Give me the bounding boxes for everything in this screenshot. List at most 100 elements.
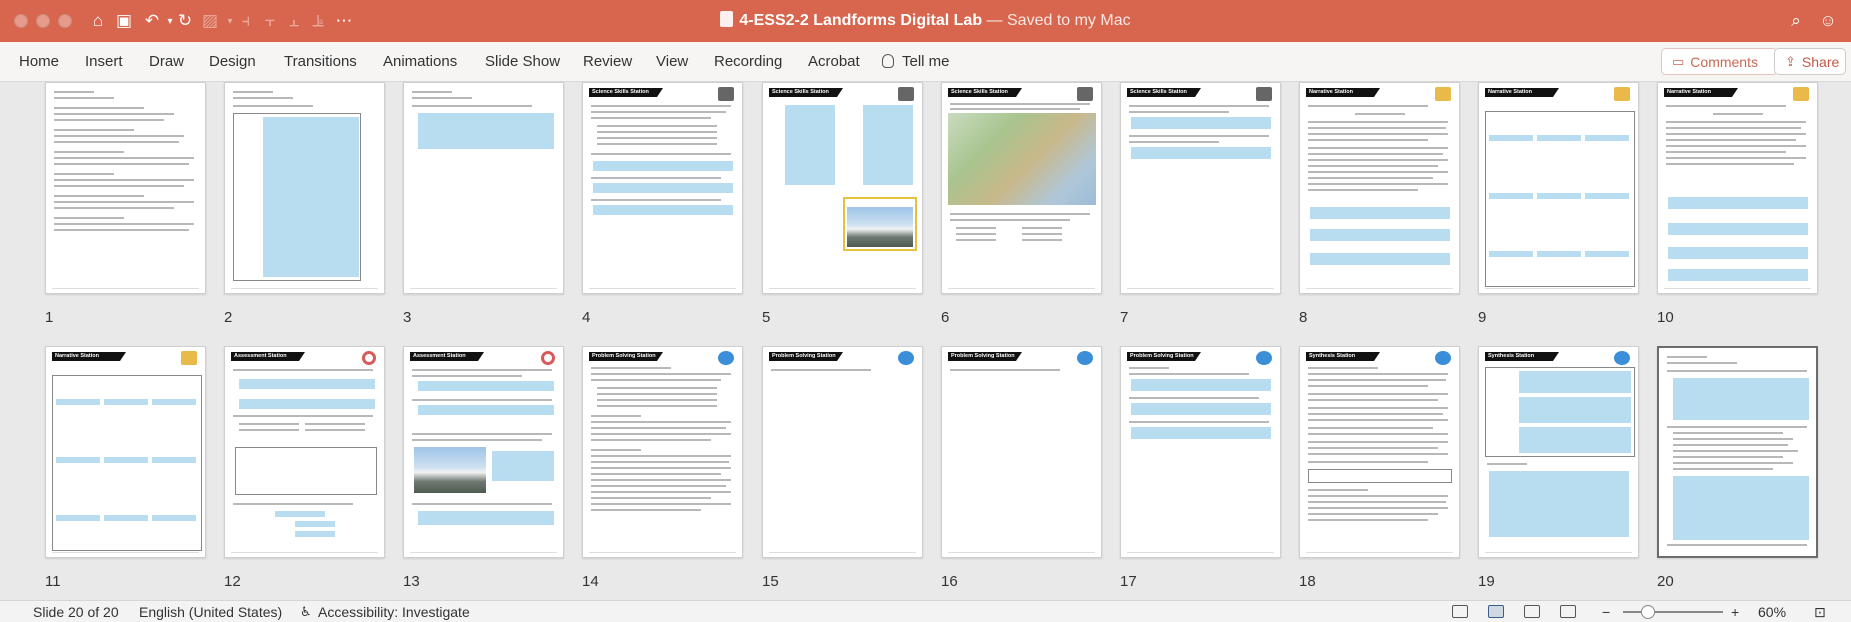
slide-thumbnail-19[interactable]: Synthesis Station — [1478, 346, 1639, 558]
text-line — [412, 105, 532, 107]
tab-slide-show[interactable]: Slide Show — [485, 53, 560, 70]
slide-thumbnail-13[interactable]: Assessment Station — [403, 346, 564, 558]
zoom-slider-handle[interactable] — [1641, 605, 1655, 619]
text-line — [1308, 183, 1448, 185]
tab-view[interactable]: View — [656, 53, 688, 70]
language-indicator[interactable]: English (United States) — [139, 604, 282, 620]
slide-thumbnail-14[interactable]: Problem Solving Station — [582, 346, 743, 558]
slide-thumbnail-6[interactable]: Science Skills Station — [941, 82, 1102, 294]
slide-thumbnail-11[interactable]: Narrative Station — [45, 346, 206, 558]
window-title: 4-ESS2-2 Landforms Digital Lab — Saved t… — [0, 11, 1851, 30]
slide-thumbnail-3[interactable] — [403, 82, 564, 294]
slide-sorter-view-icon[interactable] — [1488, 605, 1504, 618]
text-line — [591, 485, 726, 487]
zoom-out-button[interactable]: − — [1602, 604, 1610, 620]
text-line — [1666, 121, 1806, 123]
answer-box — [1519, 371, 1631, 393]
slide-thumbnail-12[interactable]: Assessment Station — [224, 346, 385, 558]
text-line — [1308, 393, 1448, 395]
text-line — [1667, 362, 1737, 364]
slide-thumbnail-9[interactable]: Narrative Station — [1478, 82, 1639, 294]
zoom-level[interactable]: 60% — [1758, 604, 1786, 620]
answer-box — [1489, 193, 1533, 199]
slide-thumbnail-1[interactable] — [45, 82, 206, 294]
answer-box — [152, 515, 196, 521]
text-line — [950, 103, 1090, 105]
slide-footer — [948, 288, 1095, 289]
text-line — [1673, 438, 1793, 440]
tab-acrobat[interactable]: Acrobat — [808, 53, 860, 70]
slide-thumbnail-16[interactable]: Problem Solving Station — [941, 346, 1102, 558]
microscope-icon — [718, 87, 734, 101]
slide-thumbnail-20[interactable] — [1657, 346, 1818, 558]
slide-thumbnail-17[interactable]: Problem Solving Station — [1120, 346, 1281, 558]
slide-thumbnail-10[interactable]: Narrative Station — [1657, 82, 1818, 294]
text-line — [597, 143, 717, 145]
text-line — [591, 473, 721, 475]
text-line — [1308, 453, 1448, 455]
text-line — [1667, 544, 1807, 546]
text-line — [597, 387, 717, 389]
text-line — [591, 153, 731, 155]
mountain-photo — [847, 207, 913, 247]
claim-box — [1308, 469, 1452, 483]
tab-transitions[interactable]: Transitions — [284, 53, 357, 70]
slide-number: 1 — [45, 309, 54, 326]
text-line — [1308, 177, 1433, 179]
tab-home[interactable]: Home — [19, 53, 59, 70]
text-line — [233, 503, 353, 505]
share-button[interactable]: ⇪ Share — [1774, 48, 1846, 75]
slide-footer — [52, 288, 199, 289]
slide-thumbnail-7[interactable]: Science Skills Station — [1120, 82, 1281, 294]
text-line — [1308, 513, 1438, 515]
text-line — [1673, 456, 1783, 458]
slide-footer — [769, 288, 916, 289]
slide-thumbnail-15[interactable]: Problem Solving Station — [762, 346, 923, 558]
text-line — [1308, 153, 1443, 155]
comments-label: Comments — [1690, 53, 1758, 70]
zoom-slider-track[interactable] — [1623, 611, 1723, 613]
slide-number: 16 — [941, 573, 958, 590]
slide-number: 13 — [403, 573, 420, 590]
answer-box — [1537, 251, 1581, 257]
slide-thumbnail-18[interactable]: Synthesis Station — [1299, 346, 1460, 558]
slide-number: 10 — [1657, 309, 1674, 326]
comments-button[interactable]: ▭ Comments — [1661, 48, 1778, 75]
text-line — [233, 105, 313, 107]
slide-thumbnail-8[interactable]: Narrative Station — [1299, 82, 1460, 294]
tell-me[interactable]: Tell me — [882, 53, 950, 70]
account-icon[interactable]: ☺ — [1816, 9, 1840, 33]
zoom-in-button[interactable]: + — [1731, 604, 1739, 620]
slide-thumbnail-5[interactable]: Science Skills Station — [762, 82, 923, 294]
slide-thumbnail-2[interactable] — [224, 82, 385, 294]
answer-box — [1131, 403, 1271, 415]
text-line — [1673, 432, 1783, 434]
text-line — [1713, 113, 1763, 115]
text-line — [1666, 105, 1786, 107]
accessibility-status[interactable]: Accessibility: Investigate — [318, 604, 470, 620]
tab-recording[interactable]: Recording — [714, 53, 782, 70]
fit-to-window-icon[interactable]: ⊡ — [1814, 604, 1826, 621]
tab-review[interactable]: Review — [583, 53, 632, 70]
normal-view-icon[interactable] — [1452, 605, 1468, 618]
slide-show-view-icon[interactable] — [1560, 605, 1576, 618]
slide-header-text: Science Skills Station — [592, 89, 649, 95]
text-line — [1308, 159, 1448, 161]
answer-box — [863, 105, 913, 185]
tab-animations[interactable]: Animations — [383, 53, 457, 70]
search-icon[interactable]: ⌕ — [1784, 9, 1808, 33]
slide-header-text: Problem Solving Station — [1130, 353, 1194, 359]
answer-box — [239, 379, 375, 389]
answer-box — [1131, 117, 1271, 129]
tab-insert[interactable]: Insert — [85, 53, 123, 70]
answer-box — [593, 183, 733, 193]
share-label: Share — [1801, 53, 1840, 70]
text-line — [1308, 433, 1448, 435]
text-line — [305, 429, 365, 431]
slide-thumbnail-4[interactable]: Science Skills Station — [582, 82, 743, 294]
tab-design[interactable]: Design — [209, 53, 256, 70]
answer-box — [1519, 427, 1631, 453]
text-line — [591, 449, 641, 451]
tab-draw[interactable]: Draw — [149, 53, 184, 70]
reading-view-icon[interactable] — [1524, 605, 1540, 618]
